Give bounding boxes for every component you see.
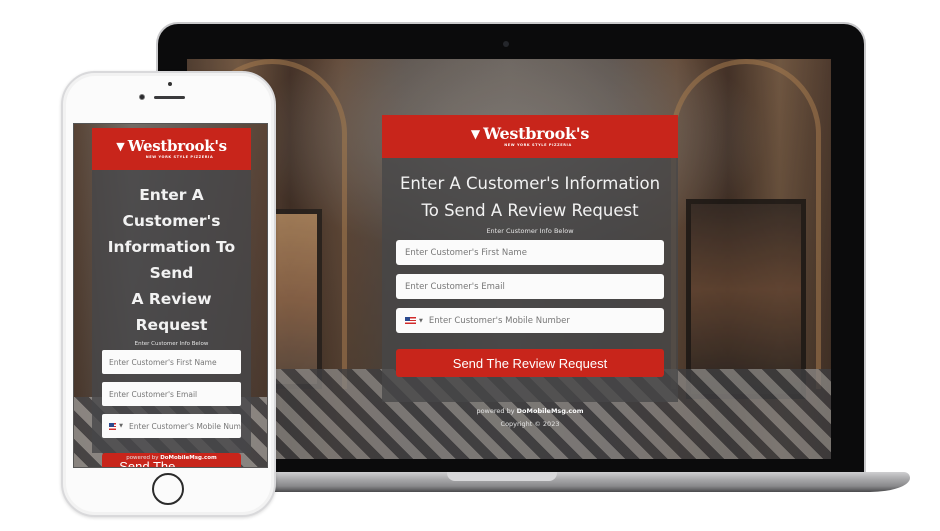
brand-header: ▼ Westbrook's NEW YORK STYLE PIZZERIA (92, 128, 251, 170)
laptop-opening-notch (447, 472, 557, 481)
pizza-slice-icon: ▼ (470, 127, 481, 141)
email-input[interactable]: Enter Customer's Email (102, 382, 241, 406)
pizza-slice-icon: ▼ (116, 140, 125, 153)
us-flag-icon[interactable] (109, 422, 117, 430)
powered-by-link[interactable]: DoMobileMsg.com (517, 407, 584, 415)
phone-home-button[interactable] (152, 473, 184, 505)
form-sublabel: Enter Customer Info Below (486, 227, 574, 235)
phone-speaker (154, 96, 185, 99)
email-input[interactable]: Enter Customer's Email (396, 274, 664, 299)
copyright: Copyright © 2023 (500, 420, 560, 428)
mobile-number-input[interactable]: ▼ Enter Customer's Mobile Number (396, 308, 664, 333)
brand-header: ▼ Westbrook's NEW YORK STYLE PIZZERIA (382, 115, 678, 158)
powered-by: powered by DoMobileMsg.com (476, 407, 584, 415)
page-footer: powered by DoMobileMsg.com (126, 455, 217, 461)
laptop-screen: ▼ Westbrook's NEW YORK STYLE PIZZERIA En… (187, 59, 831, 459)
phone-screen: ▼ Westbrook's NEW YORK STYLE PIZZERIA En… (73, 123, 268, 468)
country-dropdown-caret-icon[interactable]: ▼ (119, 423, 123, 429)
laptop-camera (503, 41, 509, 47)
send-review-request-button[interactable]: Send The Review Request (396, 349, 664, 377)
powered-by-link[interactable]: DoMobileMsg.com (160, 455, 217, 461)
brand-tagline: NEW YORK STYLE PIZZERIA (504, 143, 572, 147)
phone-device: ▼ Westbrook's NEW YORK STYLE PIZZERIA En… (61, 71, 276, 517)
page-footer: powered by DoMobileMsg.com Copyright © 2… (382, 405, 678, 431)
brand-name: Westbrook's (127, 137, 227, 155)
review-request-form-desktop: ▼ Westbrook's NEW YORK STYLE PIZZERIA En… (382, 115, 678, 402)
form-sublabel: Enter Customer Info Below (134, 341, 209, 347)
brand-name: Westbrook's (483, 124, 590, 143)
country-dropdown-caret-icon[interactable]: ▼ (419, 318, 423, 324)
mobile-number-input[interactable]: ▼ Enter Customer's Mobile Num (102, 414, 241, 438)
us-flag-icon[interactable] (405, 317, 416, 324)
brand-tagline: NEW YORK STYLE PIZZERIA (145, 155, 214, 159)
phone-camera (139, 94, 145, 100)
form-headline: Enter A Customer's Information To Send A… (399, 174, 661, 220)
first-name-input[interactable]: Enter Customer's First Name (396, 240, 664, 265)
phone-sensor (168, 82, 172, 86)
form-headline: Enter A Customer's Information To Send A… (107, 186, 236, 334)
brand-logo: ▼ Westbrook's (471, 126, 589, 142)
review-request-form-mobile: ▼ Westbrook's NEW YORK STYLE PIZZERIA En… (92, 128, 251, 467)
first-name-input[interactable]: Enter Customer's First Name (102, 350, 241, 374)
brand-logo: ▼ Westbrook's (116, 139, 227, 154)
